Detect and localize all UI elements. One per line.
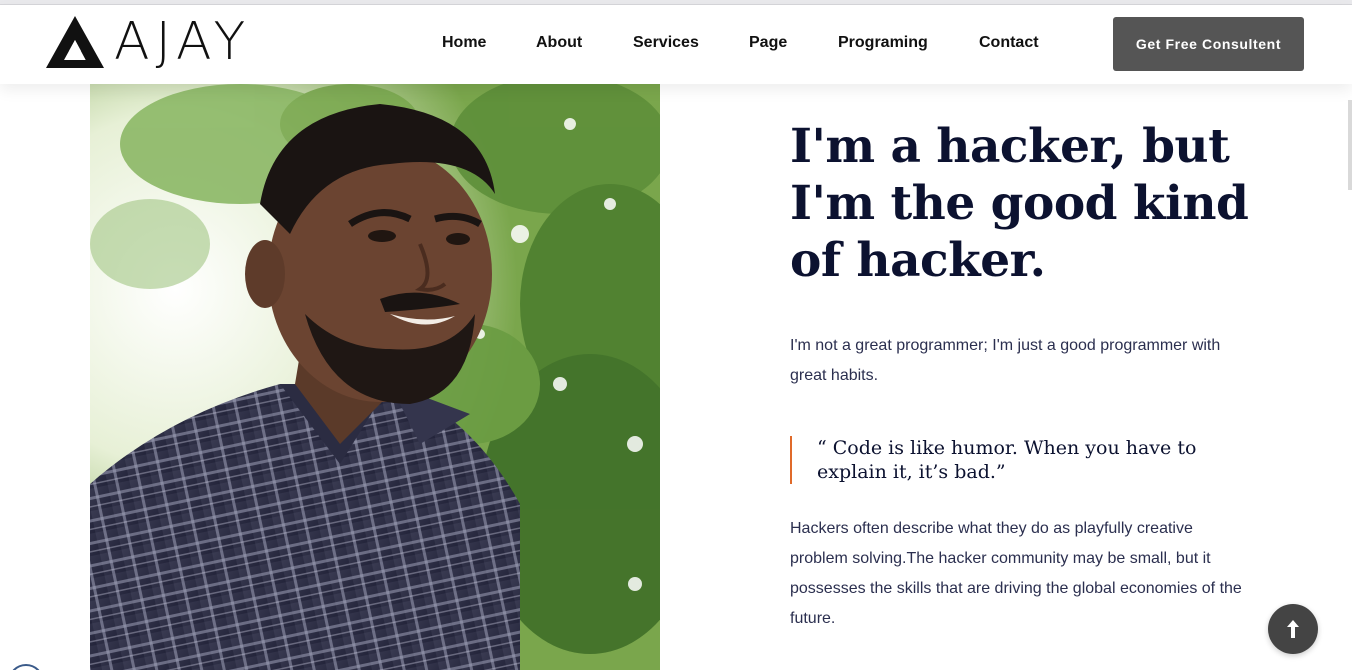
- nav-about[interactable]: About: [536, 34, 582, 52]
- nav-programing[interactable]: Programing: [838, 34, 928, 52]
- page-scrollbar[interactable]: [1348, 100, 1352, 190]
- get-free-consultent-button[interactable]: Get Free Consultent: [1113, 17, 1304, 71]
- scroll-to-top-button[interactable]: [1268, 604, 1318, 654]
- hero-headline: I'm a hacker, but I'm the good kind of h…: [790, 119, 1249, 288]
- portrait-illustration: [90, 84, 660, 670]
- logo-text: AJAY: [114, 12, 252, 72]
- nav-home[interactable]: Home: [442, 34, 486, 52]
- nav-services[interactable]: Services: [633, 34, 699, 52]
- portrait-photo: [90, 84, 660, 670]
- triangle-a-logo-icon: [46, 16, 104, 68]
- nav-contact[interactable]: Contact: [979, 34, 1039, 52]
- site-header: AJAY Home About Services Page Programing…: [0, 5, 1352, 84]
- hero-intro: I'm not a great programmer; I'm just a g…: [790, 337, 1221, 384]
- nav-page[interactable]: Page: [749, 34, 787, 52]
- corner-widget[interactable]: [8, 664, 44, 670]
- hero-body: Hackers often describe what they do as p…: [790, 520, 1242, 627]
- hero-quote: “ Code is like humor. When you have to e…: [790, 436, 1260, 484]
- site-logo[interactable]: AJAY: [46, 15, 270, 69]
- arrow-up-icon: [1287, 620, 1299, 638]
